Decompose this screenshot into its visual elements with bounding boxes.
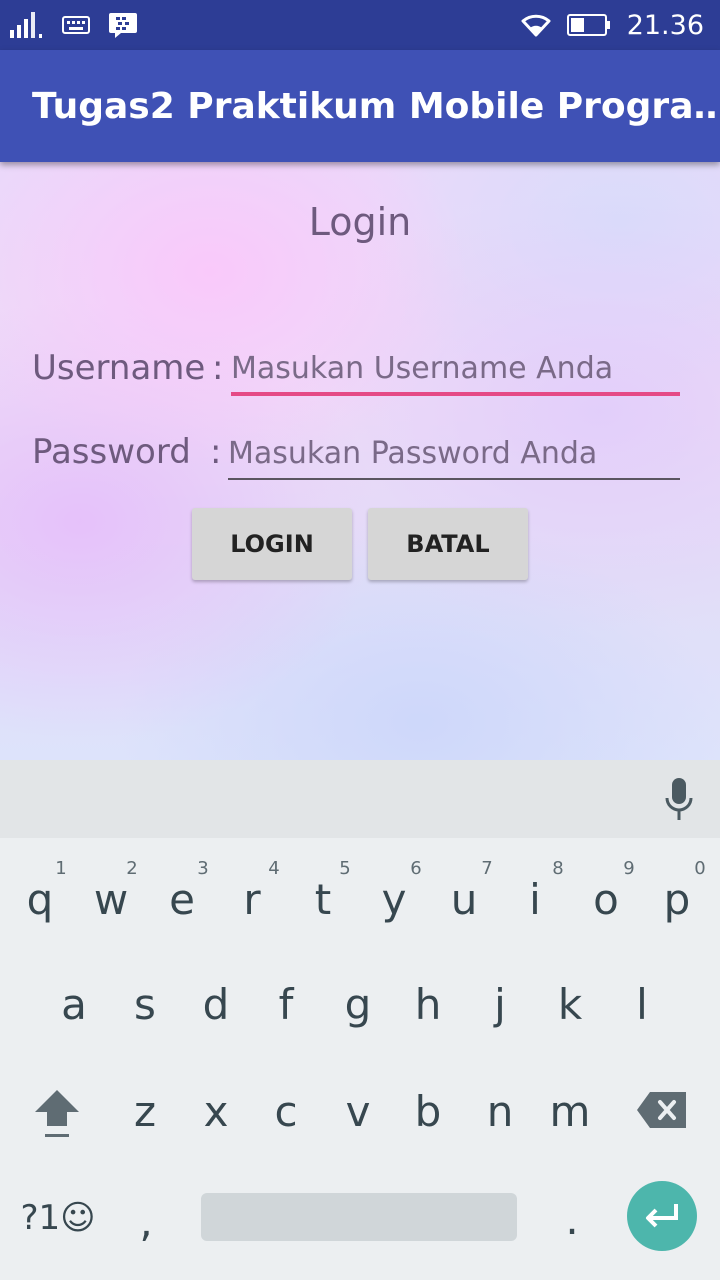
- key-w[interactable]: w: [81, 870, 141, 930]
- status-bar-left: [10, 10, 138, 40]
- key-g[interactable]: g: [328, 975, 388, 1035]
- password-underline: [228, 478, 680, 480]
- username-colon: :: [212, 348, 224, 388]
- shift-icon[interactable]: [33, 1088, 81, 1140]
- key-x[interactable]: x: [186, 1082, 246, 1142]
- wifi-icon: [521, 14, 551, 37]
- microphone-icon[interactable]: [664, 778, 694, 822]
- period-key[interactable]: .: [542, 1190, 602, 1250]
- status-bar: 21.36: [0, 0, 720, 50]
- key-r[interactable]: r: [222, 870, 282, 930]
- key-k[interactable]: k: [540, 975, 600, 1035]
- login-heading: Login: [308, 200, 412, 244]
- key-o[interactable]: o: [576, 870, 636, 930]
- app-title: Tugas2 Praktikum Mobile Progra…: [32, 86, 720, 127]
- status-bar-right: 21.36: [521, 8, 704, 42]
- login-button[interactable]: LOGIN: [192, 508, 352, 580]
- cancel-button[interactable]: BATAL: [368, 508, 528, 580]
- key-a[interactable]: a: [44, 975, 104, 1035]
- keyboard-suggestion-strip: [0, 760, 720, 838]
- enter-icon: [646, 1204, 678, 1228]
- enter-button[interactable]: [627, 1181, 697, 1251]
- key-b[interactable]: b: [398, 1082, 458, 1142]
- backspace-icon[interactable]: [636, 1091, 688, 1129]
- soft-keyboard: 1 q 2 w 3 e 4 r 5 t 6 y 7 u 8 i 9 o 0 p …: [0, 760, 720, 1280]
- key-f[interactable]: f: [256, 975, 316, 1035]
- key-z[interactable]: z: [115, 1082, 175, 1142]
- status-time: 21.36: [626, 9, 704, 41]
- keyboard-status-icon: [62, 16, 90, 34]
- key-p[interactable]: p: [647, 870, 707, 930]
- key-u[interactable]: u: [434, 870, 494, 930]
- key-m[interactable]: m: [540, 1082, 600, 1142]
- username-input[interactable]: [231, 344, 680, 392]
- key-e[interactable]: e: [152, 870, 212, 930]
- key-y[interactable]: y: [364, 870, 424, 930]
- key-c[interactable]: c: [256, 1082, 316, 1142]
- key-d[interactable]: d: [186, 975, 246, 1035]
- signal-icon: [10, 12, 42, 38]
- key-v[interactable]: v: [328, 1082, 388, 1142]
- bbm-icon: [109, 13, 137, 38]
- key-i[interactable]: i: [505, 870, 565, 930]
- username-label: Username: [32, 348, 206, 388]
- key-h[interactable]: h: [398, 975, 458, 1035]
- key-j[interactable]: j: [470, 975, 530, 1035]
- key-s[interactable]: s: [115, 975, 175, 1035]
- spacebar[interactable]: [201, 1193, 517, 1241]
- password-colon: :: [210, 432, 222, 472]
- password-label: Password: [32, 432, 191, 472]
- symbols-key[interactable]: ?1☺: [18, 1188, 98, 1248]
- battery-icon: [566, 14, 610, 36]
- username-underline: [231, 392, 680, 396]
- key-q[interactable]: q: [10, 870, 70, 930]
- comma-key[interactable]: ,: [116, 1192, 176, 1252]
- key-l[interactable]: l: [612, 975, 672, 1035]
- password-input[interactable]: [228, 429, 680, 477]
- key-t[interactable]: t: [293, 870, 353, 930]
- login-screen: Login Username : Password : LOGIN BATAL: [0, 162, 720, 760]
- app-bar: Tugas2 Praktikum Mobile Progra…: [0, 50, 720, 162]
- key-n[interactable]: n: [470, 1082, 530, 1142]
